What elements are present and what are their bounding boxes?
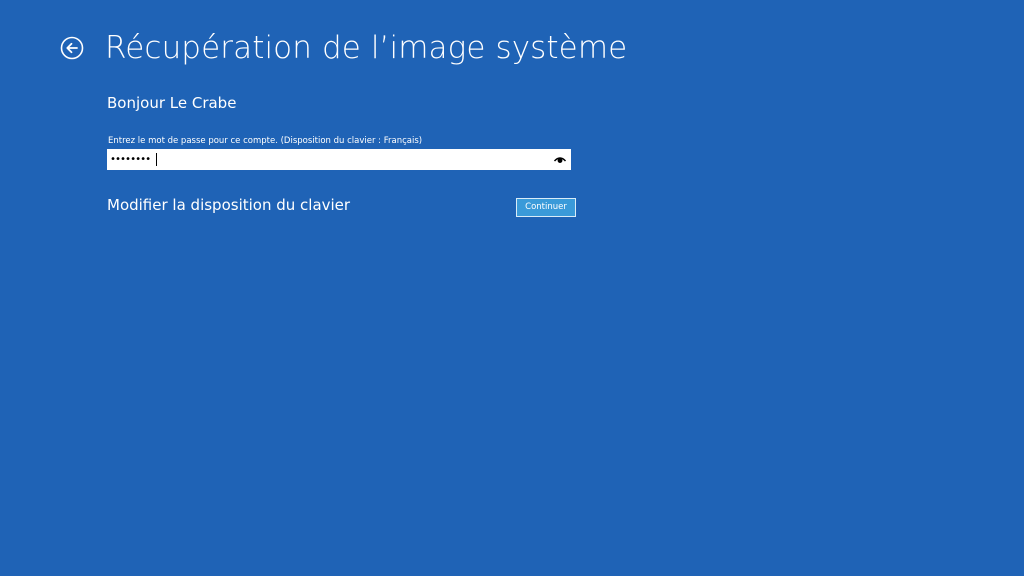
back-button[interactable] xyxy=(60,36,84,60)
eye-icon xyxy=(553,153,567,166)
greeting-text: Bonjour Le Crabe xyxy=(107,94,237,112)
password-input[interactable] xyxy=(110,150,550,169)
text-caret xyxy=(156,153,157,166)
page-title: Récupération de l’image système xyxy=(105,30,628,66)
circle-arrow-left-icon xyxy=(60,36,84,60)
change-keyboard-layout-link[interactable]: Modifier la disposition du clavier xyxy=(107,195,350,215)
password-field[interactable] xyxy=(107,149,571,170)
password-label: Entrez le mot de passe pour ce compte. (… xyxy=(108,136,423,146)
continue-button[interactable]: Continuer xyxy=(516,198,576,217)
reveal-password-button[interactable] xyxy=(553,153,567,166)
